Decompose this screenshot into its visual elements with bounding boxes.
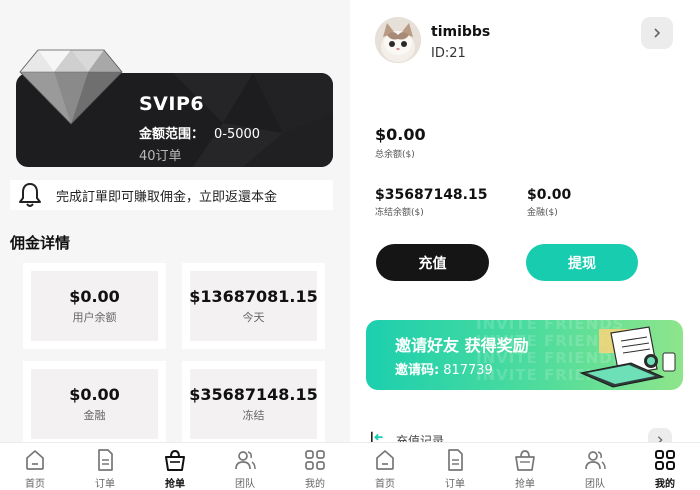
stat-value: $35687148.15 bbox=[189, 385, 318, 404]
stat-frozen: $35687148.15 冻结 bbox=[182, 361, 325, 447]
tab-team[interactable]: 团队 bbox=[210, 443, 280, 490]
diamond-icon bbox=[19, 49, 123, 125]
invite-title: 邀请好友 获得奖励 bbox=[395, 336, 529, 355]
withdraw-button[interactable]: 提现 bbox=[526, 244, 638, 281]
tab-orders[interactable]: 订单 bbox=[420, 443, 490, 490]
stat-value: $13687081.15 bbox=[189, 287, 318, 306]
vip-level-title: SVIP6 bbox=[139, 93, 205, 115]
user-id: ID:21 bbox=[431, 46, 466, 61]
finance-label: 金融($) bbox=[527, 208, 558, 218]
mine-grid-icon bbox=[655, 450, 675, 470]
tab-orders[interactable]: 订单 bbox=[70, 443, 140, 490]
bell-icon bbox=[19, 183, 41, 207]
stat-value: $0.00 bbox=[69, 385, 120, 404]
tab-label: 抢单 bbox=[515, 479, 535, 490]
invite-illustration-icon bbox=[579, 326, 676, 388]
frozen-balance-label: 冻结余额($) bbox=[375, 208, 424, 218]
tab-grab[interactable]: 抢单 bbox=[140, 443, 210, 490]
profile-screen: timibbs ID:21 $0.00 总余额($) $35687148.15 … bbox=[350, 0, 700, 490]
notice-bar: 完成訂單即可賺取佣金，立即返還本金 bbox=[10, 180, 333, 210]
grab-bag-icon bbox=[515, 450, 535, 471]
tab-home[interactable]: 首页 bbox=[0, 443, 70, 490]
vip-amount-range: 金额范围： 0-5000 bbox=[139, 123, 260, 142]
stat-today: $13687081.15 今天 bbox=[182, 263, 325, 349]
orders-icon bbox=[98, 449, 113, 471]
stat-label: 今天 bbox=[242, 311, 265, 324]
orders-icon bbox=[448, 449, 463, 471]
commission-details-title: 佣金详情 bbox=[10, 234, 71, 252]
stat-label: 冻结 bbox=[242, 409, 265, 422]
tab-label: 订单 bbox=[445, 479, 465, 490]
tab-label: 抢单 bbox=[165, 479, 185, 490]
tab-label: 首页 bbox=[375, 479, 395, 490]
app-root: SVIP6 金额范围： 0-5000 40订单 完成訂單即可賺取佣金，立即返還本金… bbox=[0, 0, 700, 490]
recharge-button[interactable]: 充值 bbox=[376, 244, 489, 281]
home-icon bbox=[376, 450, 394, 470]
invite-code-line: 邀请码: 817739 bbox=[395, 359, 493, 378]
bottom-tab-bar: 首页 订单 抢单 团队 我的 bbox=[350, 442, 700, 490]
tab-mine[interactable]: 我的 bbox=[280, 443, 350, 490]
total-balance-value: $0.00 bbox=[375, 125, 426, 144]
invite-code[interactable]: 817739 bbox=[443, 363, 493, 378]
team-icon bbox=[585, 451, 606, 470]
finance-value: $0.00 bbox=[527, 187, 572, 203]
range-value: 0-5000 bbox=[214, 127, 261, 142]
tab-grab[interactable]: 抢单 bbox=[490, 443, 560, 490]
notice-text: 完成訂單即可賺取佣金，立即返還本金 bbox=[56, 189, 278, 205]
avatar[interactable] bbox=[375, 17, 421, 63]
total-balance-label: 总余额($) bbox=[375, 150, 415, 160]
username: timibbs bbox=[431, 24, 491, 40]
tab-label: 我的 bbox=[305, 479, 325, 490]
tab-label: 团队 bbox=[585, 479, 605, 490]
mine-grid-icon bbox=[305, 450, 325, 470]
stat-label: 金融 bbox=[83, 409, 106, 422]
invite-code-label: 邀请码: bbox=[395, 363, 440, 378]
team-icon bbox=[235, 451, 256, 470]
frozen-balance-value: $35687148.15 bbox=[375, 187, 488, 203]
vip-order-count: 40订单 bbox=[139, 149, 182, 164]
profile-detail-button[interactable] bbox=[641, 17, 673, 49]
bottom-tab-bar: 首页 订单 抢单 团队 我的 bbox=[0, 442, 350, 490]
tab-label: 首页 bbox=[25, 479, 45, 490]
invite-banner[interactable]: INVITE FRIENDS INVITE FRIENDS INVITE FRI… bbox=[366, 320, 683, 390]
stat-label: 用户余额 bbox=[72, 311, 117, 324]
stat-user-balance: $0.00 用户余额 bbox=[23, 263, 166, 349]
range-label: 金额范围： bbox=[139, 127, 205, 142]
tab-mine[interactable]: 我的 bbox=[630, 443, 700, 490]
grab-bag-icon bbox=[165, 449, 185, 471]
home-icon bbox=[26, 450, 44, 470]
grab-order-screen: SVIP6 金额范围： 0-5000 40订单 完成訂單即可賺取佣金，立即返還本金… bbox=[0, 0, 350, 490]
cat-avatar-icon bbox=[375, 17, 421, 63]
stat-value: $0.00 bbox=[69, 287, 120, 306]
stat-finance: $0.00 金融 bbox=[23, 361, 166, 447]
tab-label: 团队 bbox=[235, 479, 255, 490]
tab-label: 订单 bbox=[95, 479, 115, 490]
tab-home[interactable]: 首页 bbox=[350, 443, 420, 490]
tab-team[interactable]: 团队 bbox=[560, 443, 630, 490]
chevron-right-icon bbox=[654, 28, 661, 38]
tab-label: 我的 bbox=[655, 479, 675, 490]
